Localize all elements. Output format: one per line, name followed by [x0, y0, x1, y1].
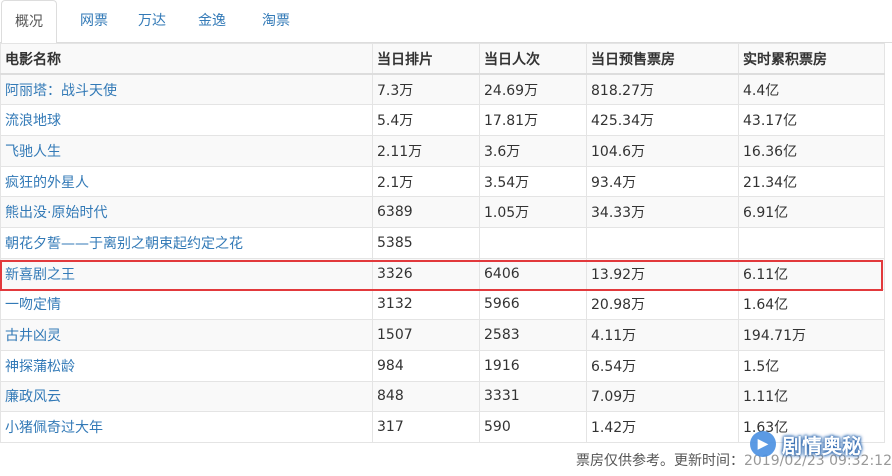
tab-bar: 概况 网票 万达 金逸 淘票 — [0, 0, 892, 44]
film-link[interactable]: 流浪地球 — [0, 104, 373, 137]
cell-attendance — [479, 227, 587, 259]
cell-attendance: 5966 — [479, 288, 587, 321]
cell-attendance: 590 — [479, 411, 587, 443]
cell-cumulative: 43.17亿 — [738, 104, 885, 137]
tab-overview[interactable]: 概况 — [1, 0, 57, 44]
tab-wanda[interactable]: 万达 — [124, 0, 180, 43]
play-logo-icon: ▶ — [750, 431, 776, 457]
col-header-attendance: 当日人次 — [479, 43, 587, 76]
cell-screenings: 5385 — [372, 227, 480, 259]
cell-presale: 818.27万 — [586, 73, 739, 106]
cell-attendance: 17.81万 — [479, 104, 587, 137]
cell-attendance: 6406 — [479, 257, 587, 290]
cell-attendance: 3.6万 — [479, 135, 587, 167]
col-header-screenings: 当日排片 — [372, 43, 480, 76]
table-row-highlighted: 新喜剧之王 3326 6406 13.92万 6.11亿 — [0, 257, 885, 290]
cell-screenings: 3326 — [372, 257, 480, 290]
cell-presale: 425.34万 — [586, 104, 739, 137]
table-row: 一吻定情 3132 5966 20.98万 1.64亿 — [0, 288, 885, 321]
film-link[interactable]: 熊出没·原始时代 — [0, 196, 373, 229]
tab-wangpiao[interactable]: 网票 — [66, 0, 122, 43]
col-header-film: 电影名称 — [0, 43, 373, 76]
cell-attendance: 1.05万 — [479, 196, 587, 229]
cell-cumulative — [738, 227, 885, 259]
cell-presale: 93.4万 — [586, 165, 739, 198]
film-link[interactable]: 一吻定情 — [0, 288, 373, 321]
cell-attendance: 1916 — [479, 349, 587, 382]
update-note-label: 票房仅供参考。更新时间： — [575, 453, 744, 469]
cell-cumulative: 16.36亿 — [738, 135, 885, 167]
cell-cumulative: 6.11亿 — [738, 257, 885, 290]
cell-screenings: 2.1万 — [372, 165, 480, 198]
cell-presale: 104.6万 — [586, 135, 739, 167]
cell-presale: 6.54万 — [586, 349, 739, 382]
film-link[interactable]: 朝花夕誓——于离别之朝束起约定之花 — [0, 227, 373, 259]
film-link[interactable]: 古井凶灵 — [0, 319, 373, 351]
cell-screenings: 984 — [372, 349, 480, 382]
cell-attendance: 2583 — [479, 319, 587, 351]
cell-cumulative: 1.11亿 — [738, 380, 885, 413]
cell-cumulative: 4.4亿 — [738, 73, 885, 106]
cell-presale: 34.33万 — [586, 196, 739, 229]
cell-presale: 13.92万 — [586, 257, 739, 290]
table-row: 廉政风云 848 3331 7.09万 1.11亿 — [0, 380, 885, 413]
cell-presale — [586, 227, 739, 259]
cell-presale: 20.98万 — [586, 288, 739, 321]
table-row: 神探蒲松龄 984 1916 6.54万 1.5亿 — [0, 349, 885, 382]
table-row: 飞驰人生 2.11万 3.6万 104.6万 16.36亿 — [0, 135, 885, 167]
cell-screenings: 848 — [372, 380, 480, 413]
tab-jinyi[interactable]: 金逸 — [184, 0, 240, 43]
box-office-table: 电影名称 当日排片 当日人次 当日预售票房 实时累积票房 阿丽塔：战斗天使 7.… — [0, 43, 885, 443]
film-link[interactable]: 阿丽塔：战斗天使 — [0, 73, 373, 106]
cell-screenings: 6389 — [372, 196, 480, 229]
film-link[interactable]: 疯狂的外星人 — [0, 165, 373, 198]
film-link[interactable]: 新喜剧之王 — [0, 257, 373, 290]
cell-attendance: 3.54万 — [479, 165, 587, 198]
film-link[interactable]: 廉政风云 — [0, 380, 373, 413]
film-link[interactable]: 小猪佩奇过大年 — [0, 411, 373, 443]
cell-presale: 7.09万 — [586, 380, 739, 413]
film-link[interactable]: 飞驰人生 — [0, 135, 373, 167]
cell-screenings: 3132 — [372, 288, 480, 321]
cell-screenings: 317 — [372, 411, 480, 443]
col-header-cumulative: 实时累积票房 — [738, 43, 885, 76]
cell-screenings: 7.3万 — [372, 73, 480, 106]
table-row: 古井凶灵 1507 2583 4.11万 194.71万 — [0, 319, 885, 351]
cell-cumulative: 1.5亿 — [738, 349, 885, 382]
cell-cumulative: 194.71万 — [738, 319, 885, 351]
cell-cumulative: 1.64亿 — [738, 288, 885, 321]
cell-cumulative: 21.34亿 — [738, 165, 885, 198]
watermark: ▶ 剧情奥秘 — [750, 426, 892, 462]
table-header-row: 电影名称 当日排片 当日人次 当日预售票房 实时累积票房 — [0, 43, 885, 76]
cell-attendance: 24.69万 — [479, 73, 587, 106]
cell-screenings: 2.11万 — [372, 135, 480, 167]
cell-presale: 4.11万 — [586, 319, 739, 351]
table-row: 疯狂的外星人 2.1万 3.54万 93.4万 21.34亿 — [0, 165, 885, 198]
film-link[interactable]: 神探蒲松龄 — [0, 349, 373, 382]
cell-attendance: 3331 — [479, 380, 587, 413]
cell-cumulative: 6.91亿 — [738, 196, 885, 229]
col-header-presale: 当日预售票房 — [586, 43, 739, 76]
table-row: 流浪地球 5.4万 17.81万 425.34万 43.17亿 — [0, 104, 885, 137]
table-row: 熊出没·原始时代 6389 1.05万 34.33万 6.91亿 — [0, 196, 885, 229]
cell-screenings: 1507 — [372, 319, 480, 351]
cell-screenings: 5.4万 — [372, 104, 480, 137]
table-row: 朝花夕誓——于离别之朝束起约定之花 5385 — [0, 227, 885, 259]
tab-taopiao[interactable]: 淘票 — [248, 0, 304, 43]
watermark-text: 剧情奥秘 — [782, 433, 862, 458]
cell-presale: 1.42万 — [586, 411, 739, 443]
table-row: 阿丽塔：战斗天使 7.3万 24.69万 818.27万 4.4亿 — [0, 73, 885, 106]
